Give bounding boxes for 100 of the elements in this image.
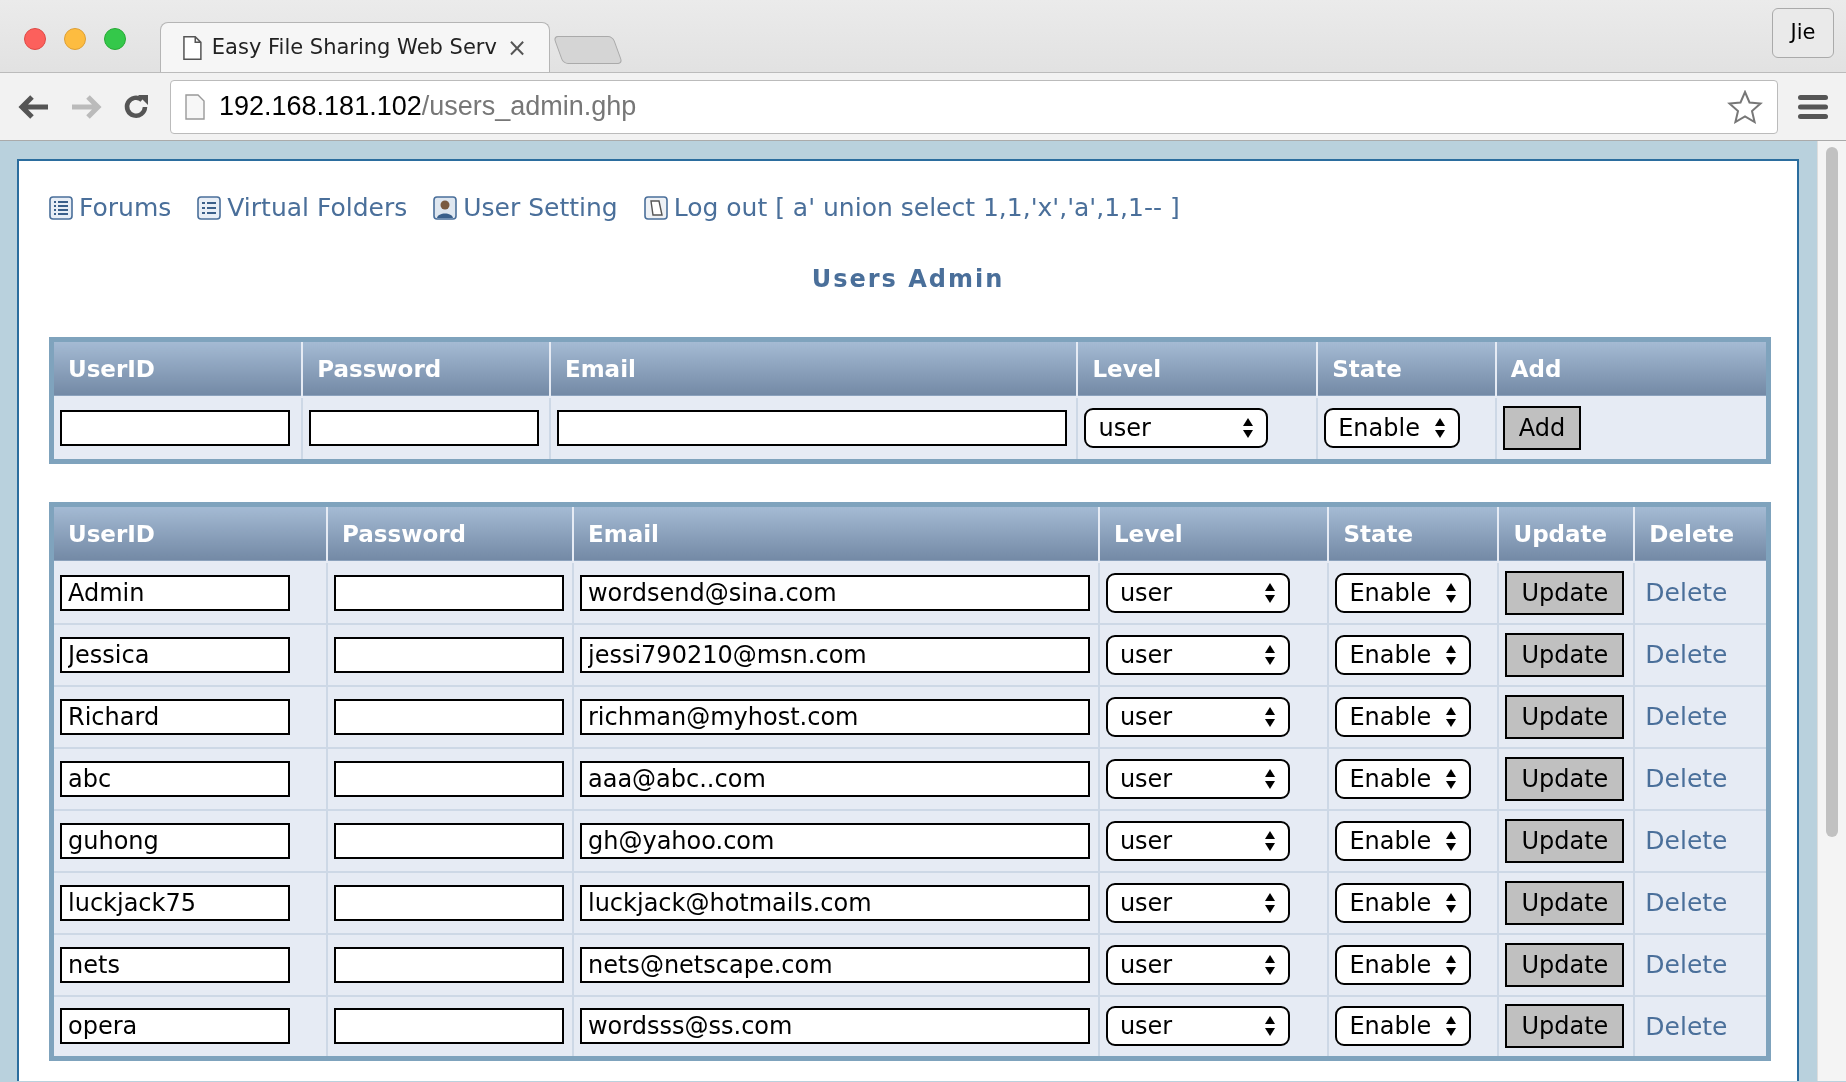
star-icon[interactable]: [1727, 89, 1763, 124]
level-select[interactable]: user: [1084, 408, 1269, 449]
column-header: UserID: [68, 520, 155, 547]
level-select[interactable]: user: [1105, 883, 1290, 923]
update-button[interactable]: Update: [1505, 881, 1625, 925]
back-arrow-icon[interactable]: [18, 93, 50, 120]
address-bar[interactable]: 192.168.181.102/users_admin.ghp: [170, 79, 1778, 134]
password-field[interactable]: [309, 410, 540, 447]
update-button[interactable]: Update: [1505, 757, 1625, 801]
password-field[interactable]: [334, 761, 565, 797]
state-select[interactable]: Enable: [1335, 883, 1472, 923]
email-field[interactable]: wordsend@sina.com: [580, 575, 1090, 611]
updown-arrow-icon: [1263, 892, 1276, 914]
userid-field[interactable]: luckjack75: [60, 885, 290, 921]
password-field[interactable]: [334, 637, 565, 673]
updown-arrow-icon: [1242, 417, 1255, 440]
updown-arrow-icon: [1445, 706, 1458, 728]
update-button[interactable]: Update: [1505, 633, 1625, 677]
userid-field[interactable]: guhong: [60, 823, 290, 859]
updown-arrow-icon: [1445, 1015, 1458, 1038]
level-select[interactable]: user: [1105, 945, 1290, 985]
userid-field[interactable]: Admin: [60, 575, 290, 611]
update-button[interactable]: Update: [1505, 1004, 1625, 1049]
scrollbar[interactable]: [1817, 141, 1846, 1081]
add-button[interactable]: Add: [1502, 406, 1582, 451]
password-field[interactable]: [334, 885, 565, 921]
updown-arrow-icon: [1263, 582, 1276, 604]
level-select[interactable]: user: [1105, 635, 1290, 675]
column-header: Level: [1113, 520, 1183, 547]
tab-title: Easy File Sharing Web Serv: [211, 33, 497, 61]
email-field[interactable]: [556, 410, 1067, 447]
userid-field[interactable]: [60, 410, 290, 447]
reload-icon[interactable]: [122, 92, 150, 121]
page-icon: [185, 93, 205, 120]
state-select[interactable]: Enable: [1324, 408, 1461, 449]
column-header: Email: [564, 355, 636, 382]
browser-tab[interactable]: Easy File Sharing Web Serv ×: [160, 22, 550, 72]
updown-arrow-icon: [1263, 1015, 1276, 1038]
update-button[interactable]: Update: [1505, 695, 1625, 739]
updown-arrow-icon: [1263, 830, 1276, 852]
userid-field[interactable]: Richard: [60, 699, 290, 735]
updown-arrow-icon: [1445, 892, 1458, 914]
update-button[interactable]: Update: [1505, 819, 1625, 863]
email-field[interactable]: richman@myhost.com: [580, 699, 1090, 735]
password-field[interactable]: [334, 947, 565, 983]
password-field[interactable]: [334, 699, 565, 735]
profile-button[interactable]: Jie: [1772, 8, 1834, 58]
updown-arrow-icon: [1263, 768, 1276, 790]
updown-arrow-icon: [1445, 768, 1458, 790]
user-icon: [433, 195, 458, 220]
email-field[interactable]: jessi790210@msn.com: [580, 637, 1090, 673]
column-header: Delete: [1649, 520, 1735, 547]
column-header: State: [1343, 520, 1414, 547]
userid-field[interactable]: nets: [60, 947, 290, 983]
column-header: Email: [588, 520, 659, 547]
tab-close-button[interactable]: ×: [506, 29, 527, 66]
state-select[interactable]: Enable: [1335, 635, 1472, 675]
list-icon: [49, 195, 73, 220]
state-select[interactable]: Enable: [1335, 1006, 1472, 1047]
url-text: 192.168.181.102/users_admin.ghp: [219, 90, 638, 124]
level-select[interactable]: user: [1105, 697, 1290, 737]
state-select[interactable]: Enable: [1335, 821, 1472, 861]
close-window-icon[interactable]: [24, 28, 46, 50]
nav-link[interactable]: Virtual Folders: [227, 189, 408, 227]
column-header: State: [1332, 355, 1402, 382]
password-field[interactable]: [334, 1008, 565, 1045]
level-select[interactable]: user: [1105, 821, 1290, 861]
email-field[interactable]: nets@netscape.com: [580, 947, 1090, 983]
state-select[interactable]: Enable: [1335, 573, 1472, 613]
updown-arrow-icon: [1263, 706, 1276, 728]
nav-link[interactable]: User Setting: [463, 189, 618, 227]
email-field[interactable]: gh@yahoo.com: [580, 823, 1090, 859]
document-icon: [183, 34, 202, 61]
updown-arrow-icon: [1445, 954, 1458, 976]
state-select[interactable]: Enable: [1335, 759, 1472, 799]
column-header: Level: [1092, 355, 1162, 382]
column-header: Update: [1513, 520, 1608, 547]
level-select[interactable]: user: [1105, 759, 1290, 799]
updown-arrow-icon: [1263, 644, 1276, 666]
updown-arrow-icon: [1445, 644, 1458, 666]
userid-field[interactable]: abc: [60, 761, 290, 797]
state-select[interactable]: Enable: [1335, 697, 1472, 737]
nav-link[interactable]: Log out [ a' union select 1,1,'x','a',1,1-- ]: [673, 189, 1180, 227]
level-select[interactable]: user: [1105, 573, 1290, 613]
email-field[interactable]: luckjack@hotmails.com: [580, 885, 1090, 921]
update-button[interactable]: Update: [1505, 571, 1625, 615]
page-title: Users Admin: [811, 263, 1005, 295]
updown-arrow-icon: [1445, 582, 1458, 604]
nav-link[interactable]: Forums: [79, 189, 172, 227]
email-field[interactable]: wordsss@ss.com: [580, 1008, 1090, 1045]
email-field[interactable]: aaa@abc..com: [580, 761, 1090, 797]
column-header: Password: [317, 355, 442, 382]
updown-arrow-icon: [1263, 954, 1276, 976]
state-select[interactable]: Enable: [1335, 945, 1472, 985]
password-field[interactable]: [334, 575, 565, 611]
level-select[interactable]: user: [1105, 1006, 1290, 1047]
password-field[interactable]: [334, 823, 565, 859]
update-button[interactable]: Update: [1505, 943, 1625, 987]
menu-icon[interactable]: [1798, 93, 1828, 120]
userid-field[interactable]: opera: [60, 1008, 290, 1045]
